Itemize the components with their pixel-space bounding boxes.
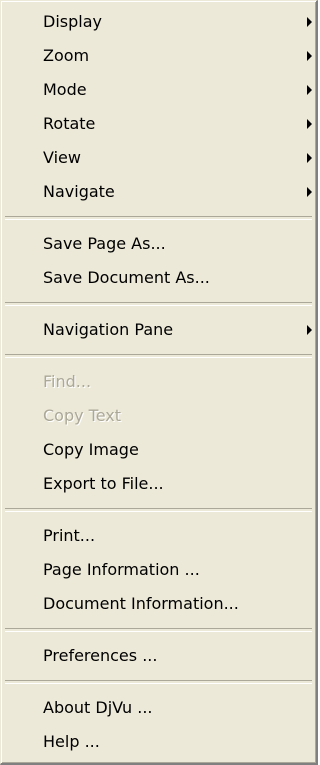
menu-item-about-djvu[interactable]: About DjVu ... — [1, 691, 316, 725]
menu-item-find: Find... — [1, 365, 316, 399]
menu-item-help[interactable]: Help ... — [1, 725, 316, 759]
menu-separator — [5, 302, 312, 306]
submenu-arrow-icon — [307, 187, 312, 197]
menu-separator — [5, 508, 312, 512]
menu-item-copy-text: Copy Text — [1, 399, 316, 433]
submenu-arrow-icon — [307, 85, 312, 95]
menu-item-label: Copy Image — [43, 440, 139, 459]
menu-item-navigation-pane[interactable]: Navigation Pane — [1, 313, 316, 347]
submenu-arrow-icon — [307, 325, 312, 335]
menu-item-view[interactable]: View — [1, 141, 316, 175]
menu-separator — [5, 628, 312, 632]
menu-item-navigate[interactable]: Navigate — [1, 175, 316, 209]
menu-item-save-document-as[interactable]: Save Document As... — [1, 261, 316, 295]
submenu-arrow-icon — [307, 119, 312, 129]
menu-item-document-information[interactable]: Document Information... — [1, 587, 316, 621]
context-menu: Display Zoom Mode Rotate View Navigate Save Pa… — [0, 0, 318, 765]
menu-item-page-information[interactable]: Page Information ... — [1, 553, 316, 587]
menu-item-copy-image[interactable]: Copy Image — [1, 433, 316, 467]
menu-item-save-page-as[interactable]: Save Page As... — [1, 227, 316, 261]
submenu-arrow-icon — [307, 51, 312, 61]
menu-item-label: Rotate — [43, 114, 96, 133]
menu-separator — [5, 354, 312, 358]
menu-item-label: Preferences ... — [43, 646, 158, 665]
menu-item-label: Mode — [43, 80, 87, 99]
menu-item-label: About DjVu ... — [43, 698, 153, 717]
menu-separator — [5, 216, 312, 220]
menu-item-label: Display — [43, 12, 102, 31]
menu-item-label: Help ... — [43, 732, 100, 751]
submenu-arrow-icon — [307, 17, 312, 27]
menu-item-label: Zoom — [43, 46, 90, 65]
menu-item-label: Save Document As... — [43, 268, 210, 287]
submenu-arrow-icon — [307, 153, 312, 163]
menu-item-label: Save Page As... — [43, 234, 166, 253]
menu-item-label: Print... — [43, 526, 96, 545]
menu-item-label: Document Information... — [43, 594, 239, 613]
menu-item-label: Navigate — [43, 182, 115, 201]
menu-item-label: Copy Text — [43, 406, 122, 425]
menu-item-mode[interactable]: Mode — [1, 73, 316, 107]
menu-item-zoom[interactable]: Zoom — [1, 39, 316, 73]
menu-item-rotate[interactable]: Rotate — [1, 107, 316, 141]
menu-item-display[interactable]: Display — [1, 5, 316, 39]
menu-item-print[interactable]: Print... — [1, 519, 316, 553]
menu-item-label: Page Information ... — [43, 560, 200, 579]
menu-item-export-to-file[interactable]: Export to File... — [1, 467, 316, 501]
menu-item-label: Find... — [43, 372, 92, 391]
menu-item-preferences[interactable]: Preferences ... — [1, 639, 316, 673]
menu-item-label: Navigation Pane — [43, 320, 174, 339]
menu-separator — [5, 680, 312, 684]
menu-item-label: View — [43, 148, 81, 167]
menu-item-label: Export to File... — [43, 474, 164, 493]
